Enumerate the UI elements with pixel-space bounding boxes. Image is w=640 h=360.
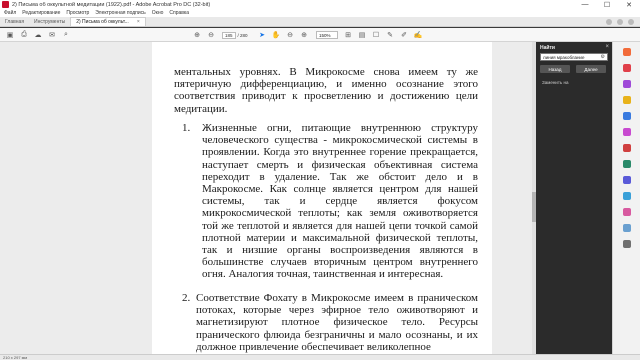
edit-pdf-icon[interactable]: [623, 80, 631, 88]
share-icon[interactable]: [623, 240, 631, 248]
page-size-label: 210 x 297 мм: [3, 355, 28, 360]
save-icon[interactable]: ▣: [6, 31, 14, 39]
fill-sign-icon[interactable]: [623, 176, 631, 184]
list-item: Жизненные огни, питающие внутреннюю стру…: [202, 122, 478, 281]
email-icon[interactable]: ✉: [48, 31, 56, 39]
menu-file[interactable]: Файл: [4, 10, 16, 16]
document-viewport[interactable]: ментальных уровнях. В Микрокосме снова и…: [0, 42, 532, 354]
find-next-button[interactable]: Далее: [576, 65, 606, 73]
zoom-in-icon[interactable]: ⊕: [300, 31, 308, 39]
minimize-button[interactable]: —: [574, 0, 596, 9]
organize-pages-icon[interactable]: [623, 128, 631, 136]
replace-with-toggle[interactable]: Заменить на: [542, 80, 568, 85]
tab-home[interactable]: Главная: [0, 17, 29, 26]
close-window-button[interactable]: ✕: [618, 0, 640, 9]
draw-icon[interactable]: ✐: [400, 31, 408, 39]
status-bar: 210 x 297 мм: [0, 354, 640, 360]
list-item-number: 1.: [182, 122, 191, 134]
hand-tool-icon[interactable]: ✋: [272, 31, 281, 39]
maximize-button[interactable]: ☐: [596, 0, 618, 9]
menu-edit[interactable]: Редактирование: [22, 10, 60, 16]
pdf-page: ментальных уровнях. В Микрокосме снова и…: [152, 42, 492, 354]
page-navigator: 185 / 280: [222, 31, 248, 39]
find-panel: Найти × линия мракоблание ⚙ Назад Далее …: [536, 42, 612, 354]
close-icon[interactable]: ×: [605, 44, 609, 50]
close-tab-icon[interactable]: ×: [137, 19, 140, 25]
sign-icon[interactable]: ✍: [414, 31, 423, 39]
print-icon[interactable]: ⎙: [20, 31, 28, 39]
find-previous-button[interactable]: Назад: [540, 65, 570, 73]
zoom-out-icon[interactable]: ⊖: [286, 31, 294, 39]
create-pdf-icon[interactable]: [623, 48, 631, 56]
tab-tools[interactable]: Инструменты: [29, 17, 70, 26]
list-item-number: 2.: [182, 292, 191, 304]
redact-icon[interactable]: [623, 144, 631, 152]
help-icon[interactable]: [606, 18, 612, 25]
scroll-mode-icon[interactable]: ▤: [358, 31, 366, 39]
window-title: 2) Письма об оккультной медитации (1922)…: [12, 1, 211, 8]
page-number-input[interactable]: 185: [222, 31, 236, 39]
find-input[interactable]: линия мракоблание ⚙: [540, 53, 608, 61]
zoom-select[interactable]: 150%: [316, 31, 338, 39]
account-area: [601, 17, 640, 26]
menu-window[interactable]: Окно: [152, 10, 164, 16]
page-total: / 280: [237, 32, 248, 38]
search-icon[interactable]: ⌕: [62, 31, 70, 39]
find-query: линия мракоблание: [543, 54, 585, 60]
tab-document-label: 2) Письма об оккульт...: [76, 19, 129, 25]
menu-view[interactable]: Просмотр: [66, 10, 89, 16]
menu-e-sign[interactable]: Электронная подпись: [95, 10, 146, 16]
comment-icon[interactable]: ☐: [372, 31, 380, 39]
previous-page-icon[interactable]: ⊕: [193, 31, 201, 39]
more-tools-icon[interactable]: [623, 224, 631, 232]
fit-page-icon[interactable]: ⊞: [344, 31, 352, 39]
toolbar: ▣ ⎙ ☁ ✉ ⌕ ⊕ ⊖ 185 / 280 ➤ ✋ ⊖ ⊕ 150% ⊞ ▤…: [0, 28, 640, 42]
send-for-signature-icon[interactable]: [623, 208, 631, 216]
title-bar: 2) Письма об оккультной медитации (1922)…: [0, 0, 640, 9]
gear-icon[interactable]: ⚙: [601, 54, 605, 60]
next-page-icon[interactable]: ⊖: [207, 31, 215, 39]
comment-tool-icon[interactable]: [623, 96, 631, 104]
notification-icon[interactable]: [617, 18, 623, 25]
export-pdf-icon[interactable]: [623, 64, 631, 72]
tab-document[interactable]: 2) Письма об оккульт... ×: [70, 17, 146, 26]
highlight-icon[interactable]: ✎: [386, 31, 394, 39]
list-item: Соответствие Фохату в Микрокосме имеем в…: [196, 292, 478, 353]
account-avatar-icon[interactable]: [628, 18, 634, 25]
menu-help[interactable]: Справка: [169, 10, 189, 16]
select-cursor-icon[interactable]: ➤: [258, 31, 266, 39]
upload-cloud-icon[interactable]: ☁: [34, 31, 42, 39]
protect-icon[interactable]: [623, 160, 631, 168]
tools-rail: [612, 42, 640, 354]
intro-paragraph: ментальных уровнях. В Микрокосме снова и…: [174, 66, 478, 115]
find-panel-title: Найти: [540, 45, 555, 51]
combine-files-icon[interactable]: [623, 112, 631, 120]
scan-ocr-icon[interactable]: [623, 192, 631, 200]
tab-bar: Главная Инструменты 2) Письма об оккульт…: [0, 17, 640, 27]
menu-bar: Файл Редактирование Просмотр Электронная…: [0, 9, 640, 17]
acrobat-app-icon: [2, 1, 9, 8]
